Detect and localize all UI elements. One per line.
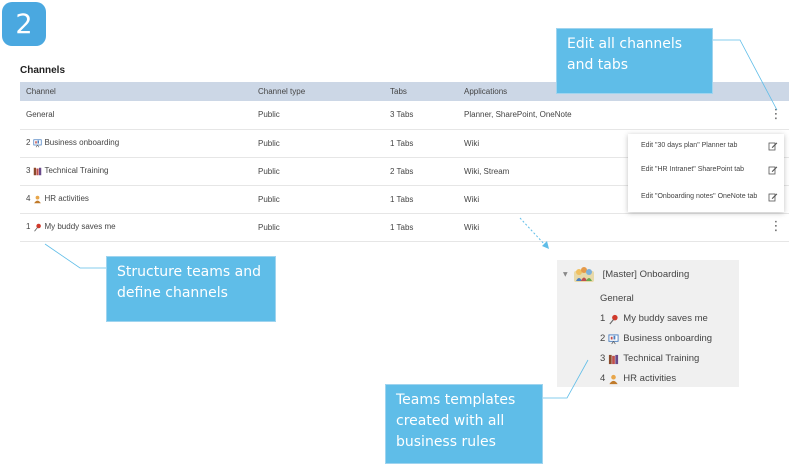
tree-channel-name: Business onboarding bbox=[623, 333, 713, 344]
more-options-icon[interactable]: ⋮ bbox=[769, 108, 783, 121]
tree-channel-number: 4 bbox=[600, 373, 606, 384]
tree-team-node[interactable]: ▼ [Master] Onboarding bbox=[563, 265, 689, 283]
step-number-badge: 2 bbox=[2, 2, 46, 46]
table-row[interactable]: General Public 3 Tabs Planner, SharePoint, … bbox=[20, 101, 789, 130]
tree-channel-item[interactable]: 2 Business onboarding bbox=[600, 329, 712, 349]
channel-number: 2 bbox=[26, 138, 31, 148]
menu-item-label: Edit "30 days plan" Planner tab bbox=[641, 142, 738, 149]
tree-channel-item[interactable]: 3 Technical Training bbox=[600, 349, 712, 369]
channel-number: 1 bbox=[26, 222, 31, 232]
edit-icon[interactable] bbox=[768, 141, 778, 151]
tree-channel-name: HR activities bbox=[623, 373, 677, 384]
cell-tabs: 3 Tabs bbox=[384, 101, 458, 130]
tree-channel-name: My buddy saves me bbox=[623, 313, 708, 324]
column-header-channel-type: Channel type bbox=[252, 82, 384, 101]
tree-team-name: [Master] Onboarding bbox=[602, 268, 690, 280]
menu-item-edit-tab[interactable]: Edit "HR Intranet" SharePoint tab bbox=[628, 158, 784, 182]
callout-structure-teams: Structure teams and define channels bbox=[106, 256, 276, 322]
cell-channel: General bbox=[20, 101, 252, 130]
channel-number: 4 bbox=[26, 194, 31, 204]
tree-channel-number: 2 bbox=[600, 333, 606, 344]
menu-item-edit-tab[interactable]: Edit "30 days plan" Planner tab bbox=[628, 134, 784, 158]
cell-actions: ⋮ bbox=[750, 101, 789, 130]
tree-channel-item[interactable]: 4 HR activities bbox=[600, 369, 712, 389]
cell-tabs: 1 Tabs bbox=[384, 185, 458, 214]
menu-item-label: Edit "Onboarding notes" OneNote tab bbox=[641, 193, 758, 200]
tree-channel-item[interactable]: 1 My buddy saves me bbox=[600, 309, 712, 329]
cell-channel: 2 Business onboarding bbox=[20, 129, 252, 158]
cell-actions: ⋮ bbox=[750, 213, 789, 242]
channel-name: Business onboarding bbox=[44, 138, 120, 148]
cell-applications: Wiki bbox=[458, 213, 750, 242]
connector-structure bbox=[44, 243, 106, 269]
column-header-tabs: Tabs bbox=[384, 82, 458, 101]
cell-tabs: 1 Tabs bbox=[384, 129, 458, 158]
cell-applications: Planner, SharePoint, OneNote bbox=[458, 101, 750, 130]
callout-teams-templates: Teams templates created with all busines… bbox=[385, 384, 543, 464]
team-icon bbox=[573, 267, 594, 282]
cell-channel-type: Public bbox=[252, 129, 384, 158]
person-icon bbox=[609, 374, 618, 384]
pin-icon bbox=[609, 314, 618, 324]
channel-name: General bbox=[26, 110, 55, 120]
channel-name: My buddy saves me bbox=[44, 222, 116, 232]
more-options-icon[interactable]: ⋮ bbox=[769, 220, 783, 233]
connector-arrowhead bbox=[542, 241, 549, 249]
cell-channel: 1 My buddy saves me bbox=[20, 213, 252, 242]
team-template-tree: ▼ [Master] Onboarding General 1 My buddy s… bbox=[557, 260, 739, 387]
tree-channel-number: 1 bbox=[600, 313, 606, 324]
tree-channel-item[interactable]: General bbox=[600, 289, 712, 309]
cell-channel: 3 Technical Training bbox=[20, 157, 252, 186]
tree-channel-name: General bbox=[600, 293, 634, 304]
table-row[interactable]: 1 My buddy saves me Public 1 Tabs Wiki ⋮ bbox=[20, 213, 789, 242]
section-title: Channels bbox=[20, 65, 66, 76]
presentation-icon bbox=[608, 333, 619, 344]
tree-channel-number: 3 bbox=[600, 353, 606, 364]
column-header-actions bbox=[750, 82, 789, 101]
channel-context-menu: Edit "30 days plan" Planner tab Edit "HR … bbox=[628, 134, 784, 212]
cell-channel-type: Public bbox=[252, 185, 384, 214]
person-icon bbox=[34, 195, 42, 203]
books-icon bbox=[34, 167, 42, 175]
cell-tabs: 1 Tabs bbox=[384, 213, 458, 242]
menu-item-edit-tab[interactable]: Edit "Onboarding notes" OneNote tab bbox=[628, 182, 784, 212]
cell-channel-type: Public bbox=[252, 157, 384, 186]
tree-channel-name: Technical Training bbox=[623, 353, 700, 364]
channel-number: 3 bbox=[26, 166, 31, 176]
presentation-icon bbox=[33, 139, 43, 148]
cell-channel-type: Public bbox=[252, 213, 384, 242]
column-header-channel: Channel bbox=[20, 82, 252, 101]
channel-name: Technical Training bbox=[44, 166, 109, 176]
cell-channel-type: Public bbox=[252, 101, 384, 130]
pin-icon bbox=[34, 223, 42, 232]
edit-icon[interactable] bbox=[768, 165, 778, 175]
collapse-caret-icon[interactable]: ▼ bbox=[563, 271, 568, 278]
edit-icon[interactable] bbox=[768, 192, 778, 202]
channel-name: HR activities bbox=[44, 194, 89, 204]
books-icon bbox=[609, 354, 619, 364]
callout-edit-channels: Edit all channels and tabs bbox=[556, 28, 713, 94]
cell-tabs: 2 Tabs bbox=[384, 157, 458, 186]
menu-item-label: Edit "HR Intranet" SharePoint tab bbox=[641, 166, 745, 173]
cell-channel: 4 HR activities bbox=[20, 185, 252, 214]
